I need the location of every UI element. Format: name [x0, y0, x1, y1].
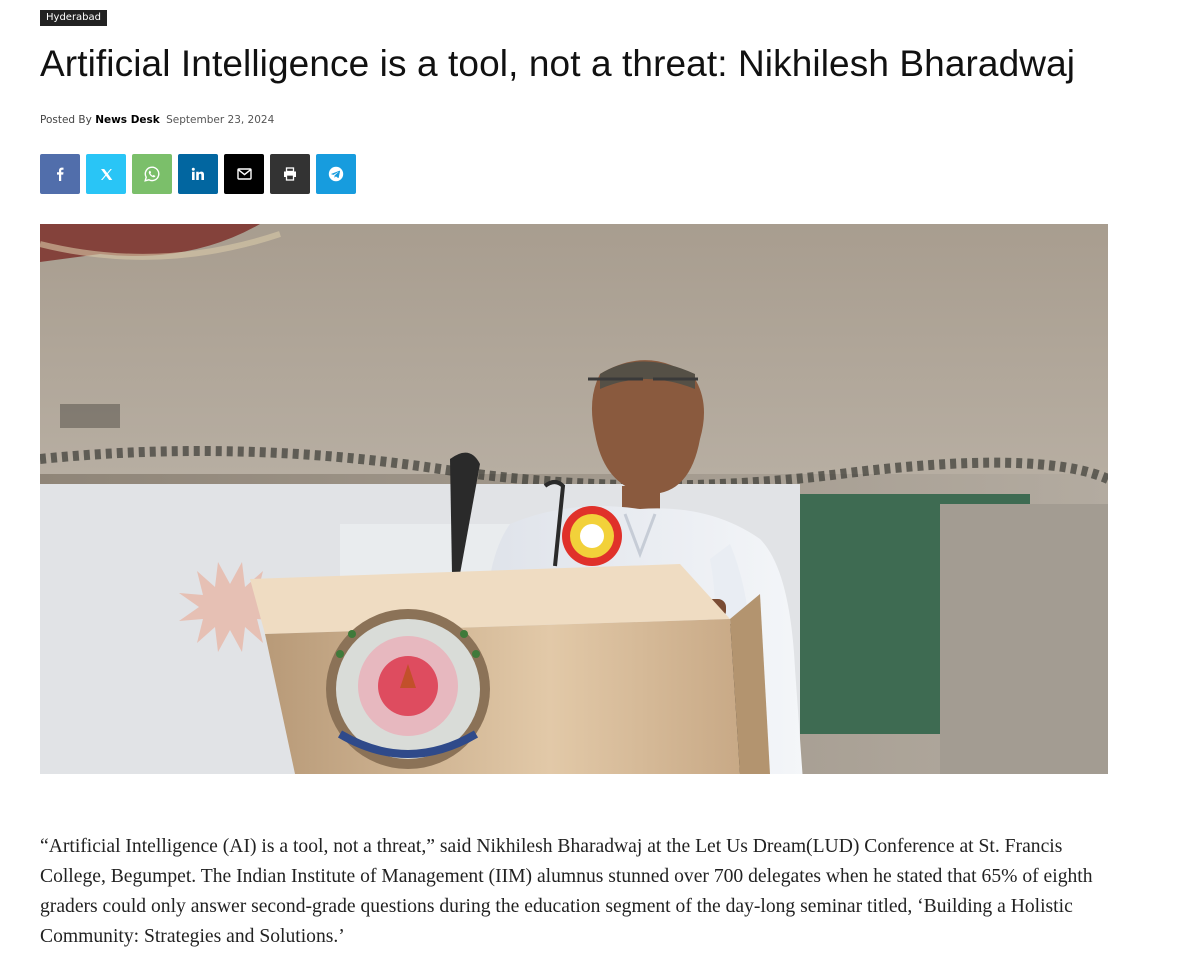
linkedin-icon [191, 167, 205, 181]
speaker-photo [40, 224, 1108, 774]
print-button[interactable] [270, 154, 310, 194]
facebook-icon [53, 167, 67, 181]
share-bar [40, 154, 362, 194]
article-body: “Artificial Intelligence (AI) is a tool,… [40, 836, 1093, 947]
whatsapp-icon [144, 166, 160, 182]
share-x-button[interactable] [86, 154, 126, 194]
share-whatsapp-button[interactable] [132, 154, 172, 194]
print-icon [283, 167, 297, 181]
publish-date: September 23, 2024 [166, 114, 275, 126]
share-linkedin-button[interactable] [178, 154, 218, 194]
share-facebook-button[interactable] [40, 154, 80, 194]
author-link[interactable]: News Desk [95, 114, 160, 126]
posted-by-label: Posted By [40, 114, 92, 126]
featured-image [40, 224, 1108, 774]
category-badge[interactable]: Hyderabad [40, 10, 107, 26]
email-icon [236, 168, 252, 180]
article-title: Artificial Intelligence is a tool, not a… [40, 43, 1076, 84]
share-telegram-button[interactable] [316, 154, 356, 194]
x-twitter-icon [100, 168, 113, 181]
article-meta: Posted By News Desk September 23, 2024 [40, 114, 274, 126]
telegram-icon [328, 166, 344, 182]
share-email-button[interactable] [224, 154, 264, 194]
